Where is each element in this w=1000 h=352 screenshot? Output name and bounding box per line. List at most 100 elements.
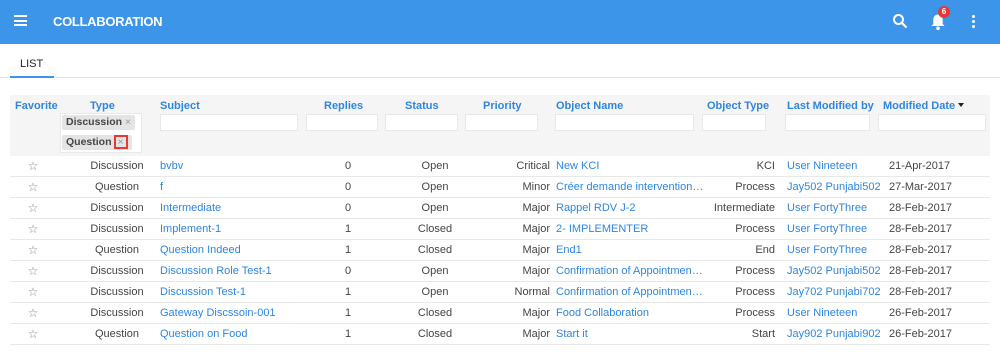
cell-priority: Major [522,223,550,235]
cell-object-name-link[interactable]: Confirmation of Appointment1... [556,282,704,303]
cell-replies: 1 [344,328,352,340]
table-row[interactable]: ☆ Discussion Implement-1 1 Closed Major 2- IMP… [10,219,990,240]
subject-filter-input[interactable] [160,114,298,131]
cell-modified-date: 26-Feb-2017 [889,328,952,340]
search-icon[interactable] [892,13,908,29]
table-row[interactable]: ☆ Discussion Gateway Discssoin-001 1 Closed M… [10,303,990,324]
cell-type: Question [94,181,140,193]
table-row[interactable]: ☆ Discussion Intermediate 0 Open Major Rappel … [10,198,990,219]
app-title: COLLABORATION [53,14,163,29]
cell-object-name-link[interactable]: Créer demande intervention se... [556,177,704,198]
priority-filter-input[interactable] [465,114,538,131]
table-row[interactable]: ☆ Question Question Indeed 1 Closed Major End1… [10,240,990,261]
cell-subject-link[interactable]: f [160,177,305,198]
cell-priority: Minor [522,181,550,193]
favorite-star-icon[interactable]: ☆ [26,198,40,219]
column-header-replies[interactable]: Replies [324,100,363,112]
cell-object-name-link[interactable]: 2- IMPLEMENTER [556,219,704,240]
modified-date-filter-input[interactable] [878,114,986,131]
cell-last-modified-by-link[interactable]: Jay502 Punjabi502 [787,177,887,198]
column-header-status[interactable]: Status [405,100,439,112]
cell-last-modified-by-link[interactable]: User FortyThree [787,240,887,261]
cell-subject-link[interactable]: Gateway Discssoin-001 [160,303,305,324]
column-header-object-type[interactable]: Object Type [707,100,769,112]
modified-date-label: Modified Date [883,100,956,112]
menu-icon[interactable] [14,15,27,26]
cell-subject-link[interactable]: Question Indeed [160,240,305,261]
last-modified-by-filter-input[interactable] [785,114,870,131]
column-header-favorite[interactable]: Favorite [15,100,58,112]
cell-type: Question [94,328,140,340]
favorite-star-icon[interactable]: ☆ [26,324,40,345]
favorite-star-icon[interactable]: ☆ [26,156,40,177]
cell-status: Closed [417,328,453,340]
chip-label: Discussion [66,116,123,128]
cell-subject-link[interactable]: bvbv [160,156,305,177]
cell-status: Open [421,202,449,214]
favorite-star-icon[interactable]: ☆ [26,282,40,303]
favorite-star-icon[interactable]: ☆ [26,177,40,198]
table-row[interactable]: ☆ Discussion Discussion Role Test-1 0 Open Ma… [10,261,990,282]
chip-remove-icon[interactable]: × [125,116,131,128]
cell-replies: 0 [344,181,352,193]
cell-object-name-link[interactable]: Confirmation of Appointment1... [556,261,704,282]
cell-last-modified-by-link[interactable]: Jay702 Punjabi702 [787,282,887,303]
cell-subject-link[interactable]: Discussion Role Test-1 [160,261,305,282]
status-filter-input[interactable] [385,114,458,131]
table-row[interactable]: ☆ Question Question on Food 1 Closed Major Sta… [10,324,990,345]
table-row[interactable]: ☆ Question f 0 Open Minor Créer demande interv… [10,177,990,198]
cell-last-modified-by-link[interactable]: User FortyThree [787,198,887,219]
favorite-star-icon[interactable]: ☆ [26,261,40,282]
cell-modified-date: 28-Feb-2017 [889,265,952,277]
table-row[interactable]: ☆ Discussion bvbv 0 Open Critical New KCI KCI Us… [10,156,990,177]
cell-object-name-link[interactable]: Food Collaboration [556,303,704,324]
cell-object-name-link[interactable]: Rappel RDV J-2 [556,198,704,219]
column-header-subject[interactable]: Subject [160,100,200,112]
cell-replies: 1 [344,286,352,298]
object-name-filter-input[interactable] [555,114,694,131]
cell-object-type: Process [735,265,775,277]
cell-last-modified-by-link[interactable]: Jay502 Punjabi502 [787,261,887,282]
cell-object-name-link[interactable]: New KCI [556,156,704,177]
table-row[interactable]: ☆ Discussion Discussion Test-1 1 Open Normal C… [10,282,990,303]
cell-modified-date: 28-Feb-2017 [889,202,952,214]
cell-object-name-link[interactable]: Start it [556,324,704,345]
cell-object-type: Intermediate [713,202,775,214]
cell-modified-date: 26-Feb-2017 [889,307,952,319]
cell-subject-link[interactable]: Question on Food [160,324,305,345]
cell-modified-date: 28-Feb-2017 [889,286,952,298]
type-filter-chip-discussion: Discussion × [62,115,136,130]
cell-status: Closed [417,244,453,256]
cell-object-type: Start [751,328,775,340]
cell-modified-date: 27-Mar-2017 [889,181,952,193]
cell-last-modified-by-link[interactable]: User Nineteen [787,303,887,324]
cell-subject-link[interactable]: Discussion Test-1 [160,282,305,303]
cell-status: Open [421,160,449,172]
cell-replies: 0 [344,202,352,214]
more-options-icon[interactable] [972,15,976,29]
cell-object-name-link[interactable]: End1 [556,240,704,261]
cell-last-modified-by-link[interactable]: User FortyThree [787,219,887,240]
cell-object-type: Process [735,286,775,298]
tab-bar [0,44,1000,78]
cell-replies: 0 [344,160,352,172]
column-header-priority[interactable]: Priority [483,100,522,112]
cell-last-modified-by-link[interactable]: User Nineteen [787,156,887,177]
column-header-object-name[interactable]: Object Name [556,100,623,112]
cell-subject-link[interactable]: Intermediate [160,198,305,219]
favorite-star-icon[interactable]: ☆ [26,219,40,240]
cell-subject-link[interactable]: Implement-1 [160,219,305,240]
chip-remove-icon[interactable]: × [113,135,128,150]
cell-replies: 1 [344,307,352,319]
object-type-filter-input[interactable] [702,114,766,131]
column-header-modified-date[interactable]: Modified Date [883,100,965,112]
cell-priority: Normal [514,286,550,298]
favorite-star-icon[interactable]: ☆ [26,240,40,261]
column-header-type[interactable]: Type [90,100,115,112]
cell-replies: 0 [344,265,352,277]
cell-last-modified-by-link[interactable]: Jay902 Punjabi902 [787,324,887,345]
cell-object-type: Process [735,307,775,319]
column-header-last-modified-by[interactable]: Last Modified by [787,100,874,112]
replies-filter-input[interactable] [306,114,378,131]
favorite-star-icon[interactable]: ☆ [26,303,40,324]
